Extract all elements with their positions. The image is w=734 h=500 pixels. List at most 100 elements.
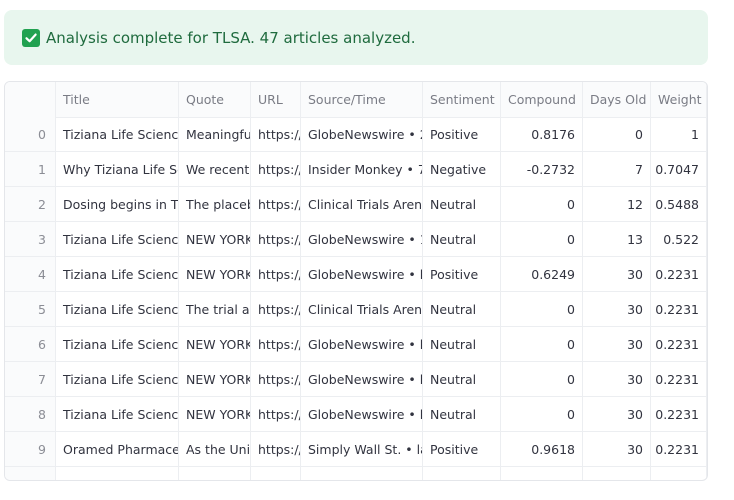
cell-source[interactable]: GlobeNewswire • las: [301, 362, 423, 397]
cell-days-old[interactable]: 30: [583, 292, 651, 327]
row-index[interactable]: 1: [5, 152, 56, 187]
cell-quote[interactable]: NEW YORK,: [179, 362, 251, 397]
cell-days-old[interactable]: [583, 467, 651, 480]
header-compound[interactable]: Compound: [501, 82, 583, 118]
cell-quote[interactable]: NEW YORK,: [179, 222, 251, 257]
cell-title[interactable]: Tiziana Life Sciences: [56, 397, 179, 432]
row-index[interactable]: 5: [5, 292, 56, 327]
cell-sentiment[interactable]: Neutral: [423, 222, 501, 257]
row-index[interactable]: 4: [5, 257, 56, 292]
cell-url[interactable]: https://: [251, 117, 301, 152]
cell-source[interactable]: GlobeNewswire • 23: [301, 117, 423, 152]
cell-title[interactable]: Tiziana Life Sciences: [56, 362, 179, 397]
cell-quote[interactable]: NEW YORK,: [179, 327, 251, 362]
cell-compound[interactable]: 0: [501, 362, 583, 397]
cell-compound[interactable]: -0.2732: [501, 152, 583, 187]
cell-days-old[interactable]: 30: [583, 362, 651, 397]
row-index[interactable]: 6: [5, 327, 56, 362]
cell-compound[interactable]: 0.6249: [501, 257, 583, 292]
cell-quote[interactable]: The placeb: [179, 187, 251, 222]
cell-compound[interactable]: 0: [501, 222, 583, 257]
cell-weight[interactable]: 0.2231: [651, 432, 707, 467]
cell-days-old[interactable]: 13: [583, 222, 651, 257]
header-url[interactable]: URL: [251, 82, 301, 118]
cell-quote[interactable]: Meaningful: [179, 117, 251, 152]
cell-days-old[interactable]: 7: [583, 152, 651, 187]
header-index[interactable]: [5, 82, 56, 118]
cell-days-old[interactable]: 12: [583, 187, 651, 222]
cell-url[interactable]: https://: [251, 397, 301, 432]
row-index[interactable]: 0: [5, 117, 56, 152]
cell-compound[interactable]: 0.9618: [501, 432, 583, 467]
cell-title[interactable]: Tiziana Life Sciences: [56, 222, 179, 257]
cell-days-old[interactable]: 30: [583, 432, 651, 467]
cell-weight[interactable]: 0.2231: [651, 292, 707, 327]
header-sentiment[interactable]: Sentiment: [423, 82, 501, 118]
cell-quote[interactable]: NEW YORK,: [179, 257, 251, 292]
cell-weight[interactable]: 0.2231: [651, 257, 707, 292]
cell-sentiment[interactable]: Neutral: [423, 292, 501, 327]
cell-url[interactable]: https://: [251, 362, 301, 397]
cell-source[interactable]: Simply Wall St. • last: [301, 432, 423, 467]
cell-title[interactable]: Dosing begins in Tiz: [56, 187, 179, 222]
cell-sentiment[interactable]: Neutral: [423, 397, 501, 432]
cell-source[interactable]: GlobeNewswire • las: [301, 397, 423, 432]
cell-weight[interactable]: 0.7047: [651, 152, 707, 187]
header-quote[interactable]: Quote: [179, 82, 251, 118]
cell-weight[interactable]: 0.2231: [651, 362, 707, 397]
results-table[interactable]: Title Quote URL Source/Time Sentiment Compoun…: [4, 81, 708, 481]
cell-quote[interactable]: [179, 467, 251, 480]
cell-title[interactable]: Tiziana Life Sciences: [56, 257, 179, 292]
cell-compound[interactable]: 0: [501, 397, 583, 432]
cell-url[interactable]: https://: [251, 257, 301, 292]
cell-sentiment[interactable]: [423, 467, 501, 480]
cell-quote[interactable]: As the Unit: [179, 432, 251, 467]
cell-compound[interactable]: 0: [501, 327, 583, 362]
cell-source[interactable]: GlobeNewswire • 13: [301, 222, 423, 257]
cell-days-old[interactable]: 30: [583, 397, 651, 432]
cell-url[interactable]: https://: [251, 222, 301, 257]
cell-quote[interactable]: We recently: [179, 152, 251, 187]
cell-title[interactable]: Oramed Pharmaceu: [56, 432, 179, 467]
cell-compound[interactable]: 0.8176: [501, 117, 583, 152]
cell-sentiment[interactable]: Positive: [423, 432, 501, 467]
cell-sentiment[interactable]: Positive: [423, 117, 501, 152]
header-days-old[interactable]: Days Old: [583, 82, 651, 118]
cell-title[interactable]: Tiziana Life Sciences: [56, 292, 179, 327]
cell-weight[interactable]: 0.5488: [651, 187, 707, 222]
cell-url[interactable]: https://: [251, 292, 301, 327]
cell-sentiment[interactable]: Positive: [423, 257, 501, 292]
cell-days-old[interactable]: 30: [583, 327, 651, 362]
row-index[interactable]: 7: [5, 362, 56, 397]
cell-weight[interactable]: 0.2231: [651, 327, 707, 362]
cell-weight[interactable]: 0.522: [651, 222, 707, 257]
cell-title[interactable]: Why Tiziana Life Scie: [56, 152, 179, 187]
cell-quote[interactable]: NEW YORK,: [179, 397, 251, 432]
row-index[interactable]: [5, 467, 56, 480]
cell-compound[interactable]: 0: [501, 187, 583, 222]
cell-weight[interactable]: 1: [651, 117, 707, 152]
cell-url[interactable]: https://: [251, 187, 301, 222]
cell-source[interactable]: Clinical Trials Arena: [301, 187, 423, 222]
cell-days-old[interactable]: 0: [583, 117, 651, 152]
cell-days-old[interactable]: 30: [583, 257, 651, 292]
cell-title[interactable]: [56, 467, 179, 480]
cell-sentiment[interactable]: Neutral: [423, 362, 501, 397]
cell-compound[interactable]: 0: [501, 292, 583, 327]
cell-url[interactable]: https://: [251, 432, 301, 467]
cell-url[interactable]: https://: [251, 327, 301, 362]
row-index[interactable]: 9: [5, 432, 56, 467]
cell-title[interactable]: Tiziana Life Sciences: [56, 117, 179, 152]
cell-url[interactable]: [251, 467, 301, 480]
header-source-time[interactable]: Source/Time: [301, 82, 423, 118]
cell-title[interactable]: Tiziana Life Sciences: [56, 327, 179, 362]
cell-source[interactable]: GlobeNewswire • las: [301, 257, 423, 292]
header-title[interactable]: Title: [56, 82, 179, 118]
cell-source[interactable]: GlobeNewswire • las: [301, 327, 423, 362]
cell-compound[interactable]: [501, 467, 583, 480]
cell-sentiment[interactable]: Neutral: [423, 187, 501, 222]
header-weight[interactable]: Weight: [651, 82, 707, 118]
cell-sentiment[interactable]: Neutral: [423, 327, 501, 362]
cell-source[interactable]: [301, 467, 423, 480]
cell-url[interactable]: https://: [251, 152, 301, 187]
